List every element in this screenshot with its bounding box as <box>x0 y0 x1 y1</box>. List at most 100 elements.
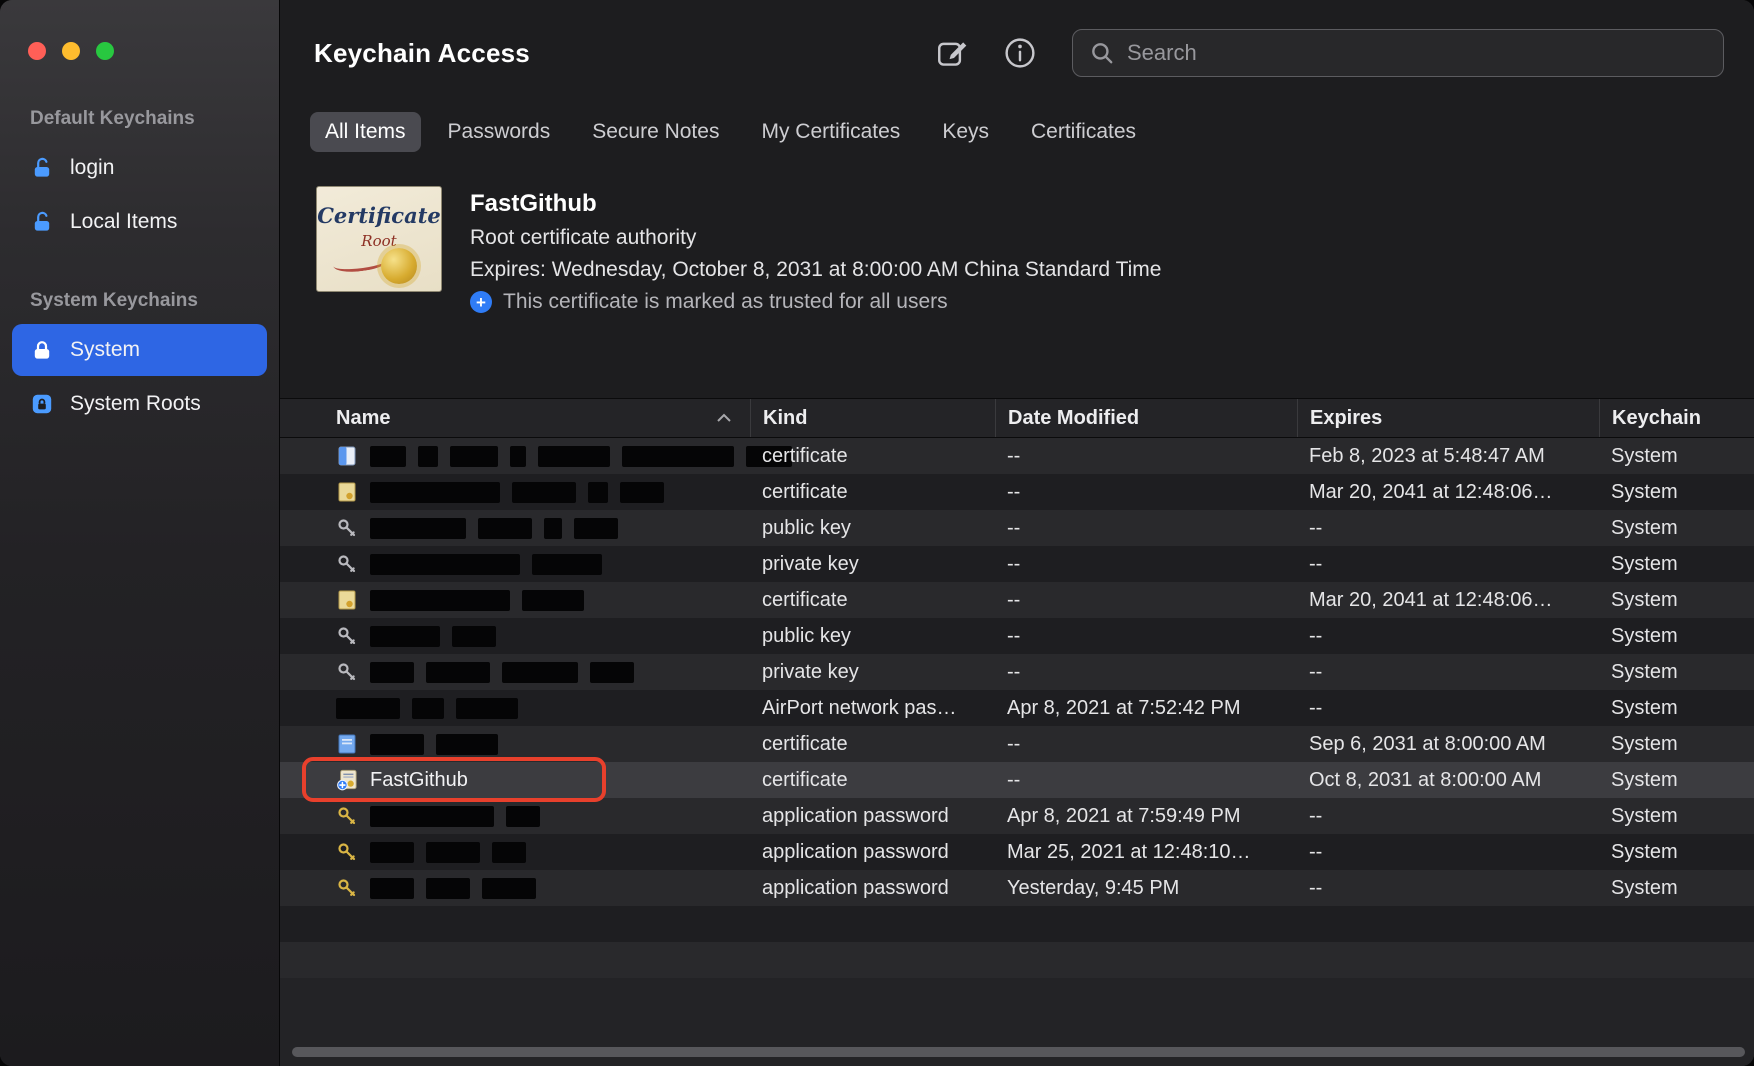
column-header-keychain[interactable]: Keychain <box>1599 399 1754 437</box>
redacted-text <box>370 662 414 683</box>
redacted-text <box>574 518 618 539</box>
redacted-text <box>426 842 480 863</box>
window-controls <box>0 0 279 100</box>
sidebar-item-local-items[interactable]: Local Items <box>12 196 267 248</box>
cell-kind: application password <box>750 877 995 900</box>
table-row[interactable]: public key----System <box>280 510 1754 546</box>
cell-kind: application password <box>750 841 995 864</box>
table-row[interactable]: AirPort network pas…Apr 8, 2021 at 7:52:… <box>280 690 1754 726</box>
redacted-text <box>336 698 400 719</box>
info-button[interactable] <box>1000 33 1040 73</box>
certificate-detail-text: FastGithub Root certificate authority Ex… <box>470 186 1161 398</box>
cell-date-modified: Apr 8, 2021 at 7:52:42 PM <box>995 697 1297 720</box>
tab-secure-notes[interactable]: Secure Notes <box>577 112 734 152</box>
minimize-button[interactable] <box>62 42 80 60</box>
cell-expires: Mar 20, 2041 at 12:48:06… <box>1297 481 1599 504</box>
cell-kind: public key <box>750 517 995 540</box>
sidebar-item-label: System Roots <box>70 392 201 416</box>
cell-keychain: System <box>1599 445 1754 468</box>
key-gold-icon <box>336 805 358 827</box>
table-row[interactable]: private key----System <box>280 654 1754 690</box>
zoom-button[interactable] <box>96 42 114 60</box>
redacted-text <box>522 590 584 611</box>
cell-date-modified: -- <box>995 625 1297 648</box>
cell-kind: application password <box>750 805 995 828</box>
main-panel: Keychain Access <box>280 0 1754 1066</box>
cell-name <box>280 553 750 575</box>
search-field[interactable] <box>1072 29 1724 77</box>
table-row[interactable]: application passwordMar 25, 2021 at 12:4… <box>280 834 1754 870</box>
compose-button[interactable] <box>932 33 972 73</box>
cell-keychain: System <box>1599 481 1754 504</box>
table-row-empty <box>280 906 1754 942</box>
table-row[interactable]: certificate--Feb 8, 2023 at 5:48:47 AMSy… <box>280 438 1754 474</box>
table-row[interactable]: certificate--Sep 6, 2031 at 8:00:00 AMSy… <box>280 726 1754 762</box>
cell-name <box>280 841 750 863</box>
cell-keychain: System <box>1599 733 1754 756</box>
sidebar-item-label: Local Items <box>70 210 177 234</box>
tab-passwords[interactable]: Passwords <box>433 112 566 152</box>
sidebar-section-header: System Keychains <box>0 282 279 322</box>
table-row-fastgithub[interactable]: FastGithub certificate--Oct 8, 2031 at 8:… <box>280 762 1754 798</box>
column-header-kind[interactable]: Kind <box>750 399 995 437</box>
certificate-type: Root certificate authority <box>470 226 1161 250</box>
cell-expires: -- <box>1297 661 1599 684</box>
cell-kind: certificate <box>750 445 995 468</box>
cell-date-modified: -- <box>995 661 1297 684</box>
certificate-image: Certificate Root <box>316 186 442 292</box>
search-icon <box>1089 40 1115 66</box>
column-header-date-modified[interactable]: Date Modified <box>995 399 1297 437</box>
cell-name <box>280 625 750 647</box>
cell-keychain: System <box>1599 517 1754 540</box>
redacted-text <box>450 446 498 467</box>
cell-kind: certificate <box>750 769 995 792</box>
table-row[interactable]: certificate--Mar 20, 2041 at 12:48:06…Sy… <box>280 582 1754 618</box>
cell-date-modified: -- <box>995 589 1297 612</box>
redacted-text <box>502 662 578 683</box>
cert-blue-icon <box>336 733 358 755</box>
redacted-text <box>370 626 440 647</box>
cell-name <box>280 877 750 899</box>
cell-date-modified: -- <box>995 517 1297 540</box>
redacted-text <box>436 734 498 755</box>
table-row[interactable]: certificate--Mar 20, 2041 at 12:48:06…Sy… <box>280 474 1754 510</box>
column-header-expires[interactable]: Expires <box>1297 399 1599 437</box>
tab-certificates[interactable]: Certificates <box>1016 112 1151 152</box>
column-header-name[interactable]: Name <box>280 399 750 437</box>
sidebar-item-login[interactable]: login <box>12 142 267 194</box>
table-row[interactable]: public key----System <box>280 618 1754 654</box>
search-input[interactable] <box>1127 40 1707 66</box>
cell-name <box>280 517 750 539</box>
cell-expires: -- <box>1297 517 1599 540</box>
redacted-text <box>622 446 734 467</box>
cell-name <box>280 733 750 755</box>
cell-expires: Oct 8, 2031 at 8:00:00 AM <box>1297 769 1599 792</box>
cell-expires: -- <box>1297 841 1599 864</box>
redacted-text <box>370 482 500 503</box>
table-row-empty <box>280 942 1754 978</box>
title-bar: Keychain Access <box>280 0 1754 106</box>
redacted-text <box>544 518 562 539</box>
horizontal-scrollbar[interactable] <box>292 1047 1745 1057</box>
table-row[interactable]: private key----System <box>280 546 1754 582</box>
cell-expires: -- <box>1297 697 1599 720</box>
cell-expires: -- <box>1297 805 1599 828</box>
tab-all-items[interactable]: All Items <box>310 112 421 152</box>
item-name: FastGithub <box>370 769 468 792</box>
sidebar-item-system-roots[interactable]: System Roots <box>12 378 267 430</box>
table-row[interactable]: application passwordYesterday, 9:45 PM--… <box>280 870 1754 906</box>
cell-date-modified: -- <box>995 769 1297 792</box>
table-row[interactable]: application passwordApr 8, 2021 at 7:59:… <box>280 798 1754 834</box>
certificate-detail-header: Certificate Root FastGithub Root certifi… <box>280 158 1754 398</box>
cell-name <box>280 661 750 683</box>
cell-expires: Mar 20, 2041 at 12:48:06… <box>1297 589 1599 612</box>
tab-keys[interactable]: Keys <box>927 112 1004 152</box>
cell-keychain: System <box>1599 697 1754 720</box>
close-button[interactable] <box>28 42 46 60</box>
sidebar-item-system[interactable]: System <box>12 324 267 376</box>
key-gray-icon <box>336 661 358 683</box>
cell-expires: Sep 6, 2031 at 8:00:00 AM <box>1297 733 1599 756</box>
redacted-text <box>512 482 576 503</box>
redacted-text <box>482 878 536 899</box>
tab-my-certificates[interactable]: My Certificates <box>746 112 915 152</box>
